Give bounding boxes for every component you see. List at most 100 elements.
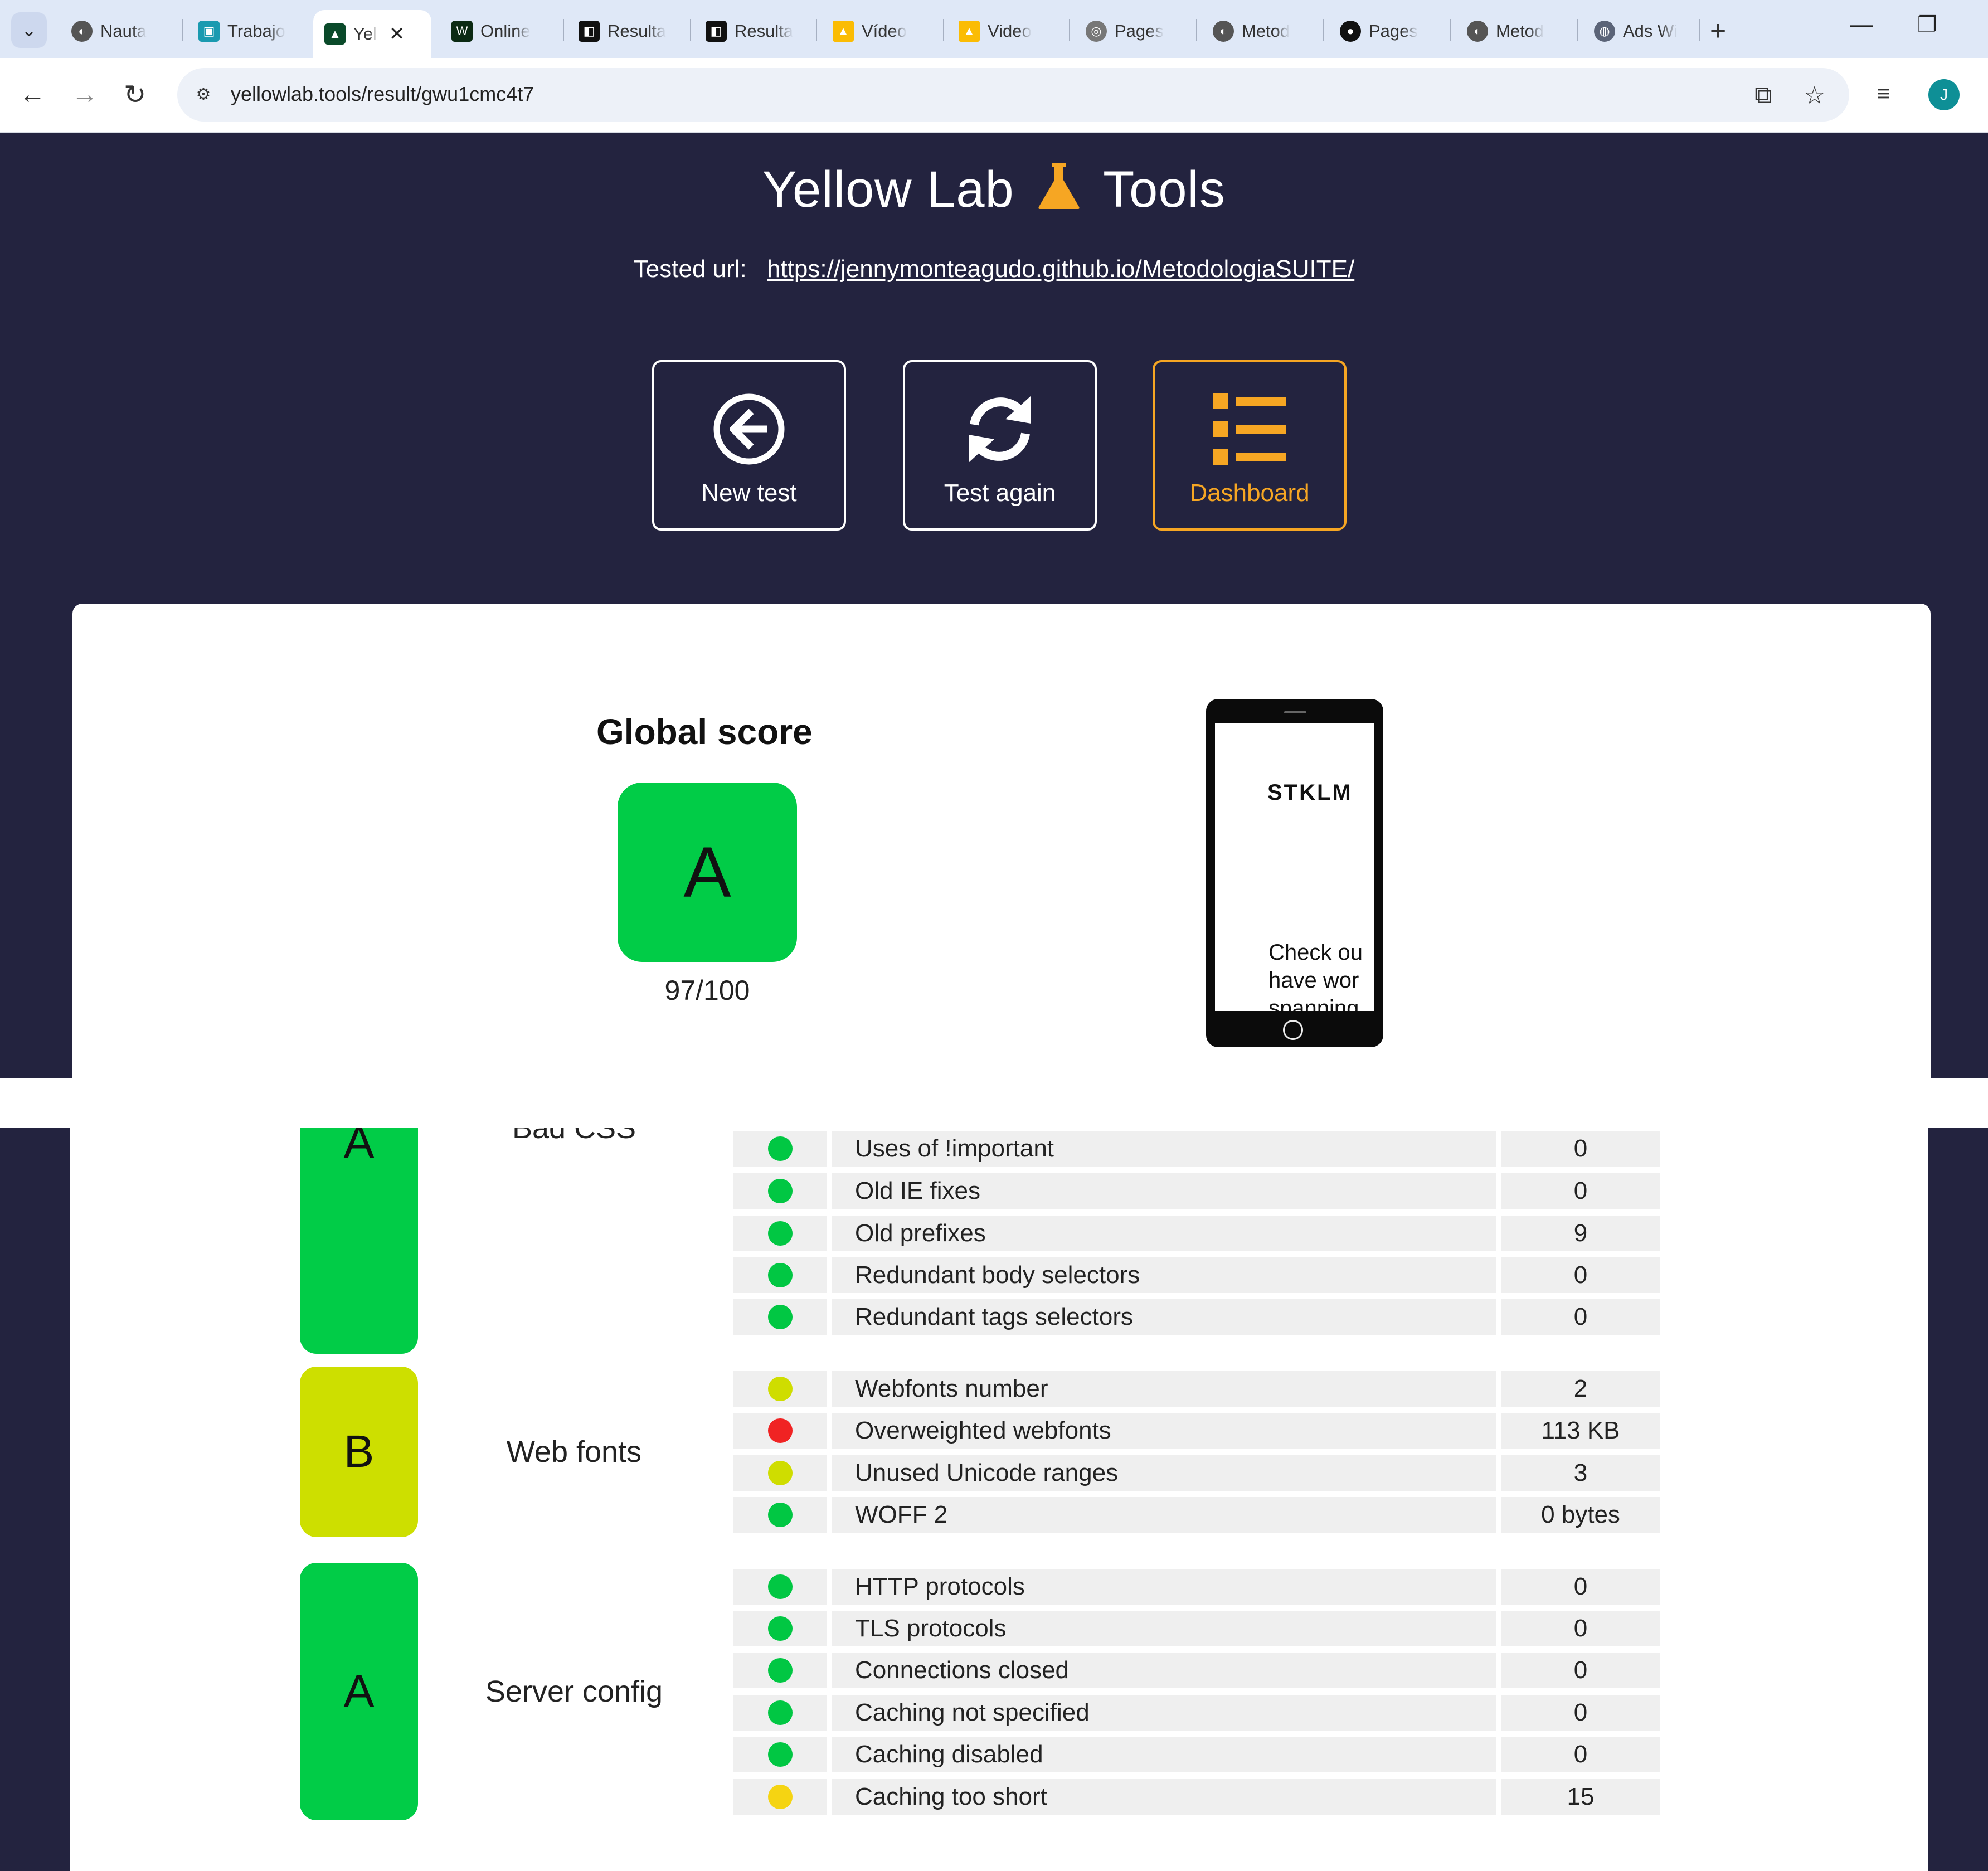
tab-search-button[interactable]: ⌄ [11,12,47,48]
test-again-button[interactable]: Test again [903,360,1097,531]
rule-value: 15 [1501,1779,1660,1815]
status-cell [733,1497,827,1533]
profile-avatar[interactable]: J [1928,79,1960,110]
rule-row[interactable]: WOFF 2 0 bytes [733,1497,1660,1533]
category-grade-badge: B [300,1367,418,1537]
tab-label: Nauta [100,21,147,41]
tab-separator [690,19,691,41]
status-dot [768,1461,793,1485]
translate-icon[interactable]: ⧉ [1754,81,1772,109]
dashboard-button[interactable]: Dashboard [1153,360,1347,531]
rule-value: 0 [1501,1569,1660,1605]
status-cell [733,1173,827,1209]
tab-resulta-2[interactable]: ◧ Resulta [694,10,816,52]
site-settings-icon[interactable]: ⚙ [189,80,217,108]
rule-row[interactable]: HTTP protocols 0 [733,1569,1660,1605]
drive-icon: ▲ [959,21,980,42]
rule-row[interactable]: Unused Unicode ranges 3 [733,1455,1660,1491]
tab-nauta[interactable]: ◐ Nauta [60,10,182,52]
yellowlab-icon: ▲ [324,23,346,45]
url-text[interactable]: yellowlab.tools/result/gwu1cmc4t7 [231,82,534,106]
rule-value: 0 [1501,1611,1660,1646]
tab-label: Online [480,21,531,41]
tab-separator [1069,19,1070,41]
status-dot [768,1305,793,1329]
tab-label: Yel [353,24,377,43]
tab-separator [563,19,564,41]
rule-value: 2 [1501,1371,1660,1407]
rule-row[interactable]: Caching not specified 0 [733,1695,1660,1731]
rule-row[interactable]: Connections closed 0 [733,1653,1660,1688]
status-dot [768,1658,793,1683]
status-cell [733,1371,827,1407]
rule-row[interactable]: Old prefixes 9 [733,1216,1660,1251]
new-test-button[interactable]: New test [652,360,846,531]
phone-screen: STKLM Check ou have wor spanning differ [1215,723,1374,1011]
tab-label: Pages [1369,21,1418,41]
rule-row[interactable]: Overweighted webfonts 113 KB [733,1413,1660,1449]
tab-pages-1[interactable]: ◎ Pages [1075,10,1196,52]
tab-label: Metod [1496,21,1544,41]
minimize-icon[interactable]: — [1850,12,1873,37]
preview-brand: STKLM [1267,780,1353,805]
tested-url-link[interactable]: https://jennymonteagudo.github.io/Metodo… [767,255,1354,283]
tab-yellowlab[interactable]: ▲ Yel ✕ [313,10,431,58]
omnibox[interactable]: ⚙ yellowlab.tools/result/gwu1cmc4t7 ⧉ ☆ [177,68,1849,122]
tab-video-2[interactable]: ▲ Video [947,10,1069,52]
rule-row[interactable]: Redundant body selectors 0 [733,1257,1660,1293]
forward-icon[interactable]: → [71,79,98,110]
w-icon: W [451,21,473,42]
tab-ads[interactable]: ◍ Ads Wi [1583,10,1704,52]
tab-separator [1196,19,1197,41]
rule-value: 0 [1501,1257,1660,1293]
restore-icon[interactable]: ❐ [1917,12,1937,38]
tab-metod-2[interactable]: ◐ Metod [1456,10,1577,52]
rule-row[interactable]: Caching disabled 0 [733,1737,1660,1772]
rule-label: Caching too short [832,1779,1496,1815]
rule-row[interactable]: TLS protocols 0 [733,1611,1660,1646]
bookmark-star-icon[interactable]: ☆ [1804,81,1825,110]
status-dot [768,1221,793,1246]
tab-online[interactable]: W Online [440,10,562,52]
globe-icon: ◐ [1213,21,1234,42]
status-dot [768,1742,793,1767]
ads-icon: ◍ [1594,21,1615,42]
rule-value: 0 [1501,1653,1660,1688]
new-tab-icon[interactable]: + [1710,14,1726,47]
rule-label: Unused Unicode ranges [832,1455,1496,1491]
tab-resulta-1[interactable]: ◧ Resulta [567,10,689,52]
status-dot [768,1377,793,1401]
tab-trabajo[interactable]: ▣ Trabajo [187,10,309,52]
rule-label: Overweighted webfonts [832,1413,1496,1449]
status-dot [768,1574,793,1599]
back-icon[interactable]: ← [19,79,46,110]
tab-label: Pages [1115,21,1164,41]
github-pages-icon: ◎ [1086,21,1107,42]
phone-home-button [1283,1020,1303,1040]
tab-video-1[interactable]: ▲ Vídeo [822,10,943,52]
tab-label: Resulta [735,21,794,41]
preview-text: Check ou have wor spanning differ [1268,939,1374,1011]
tab-pages-2[interactable]: ● Pages [1329,10,1450,52]
global-grade-badge: A [618,783,797,962]
media-control-icon[interactable]: ≡ [1877,81,1890,106]
rule-row[interactable]: Caching too short 15 [733,1779,1660,1815]
reload-icon[interactable]: ↻ [124,79,146,110]
tab-label: Resulta [607,21,667,41]
rule-value: 9 [1501,1216,1660,1251]
status-cell [733,1695,827,1731]
rule-label: WOFF 2 [832,1497,1496,1533]
tab-strip: ⌄ ◐ Nauta ▣ Trabajo ▲ Yel ✕ W Online ◧ Resulta… [0,0,1988,58]
tab-metod-1[interactable]: ◐ Metod [1202,10,1323,52]
rule-value: 0 bytes [1501,1497,1660,1533]
rule-row[interactable]: Uses of !important 0 [733,1131,1660,1167]
tab-label: Video [988,21,1032,41]
rule-row[interactable]: Redundant tags selectors 0 [733,1299,1660,1335]
chevron-down-icon: ⌄ [21,20,37,40]
new-test-label: New test [701,479,797,507]
rule-row[interactable]: Old IE fixes 0 [733,1173,1660,1209]
rule-value: 0 [1501,1173,1660,1209]
rule-value: 0 [1501,1299,1660,1335]
rule-row[interactable]: Webfonts number 2 [733,1371,1660,1407]
close-tab-icon[interactable]: ✕ [389,23,405,45]
